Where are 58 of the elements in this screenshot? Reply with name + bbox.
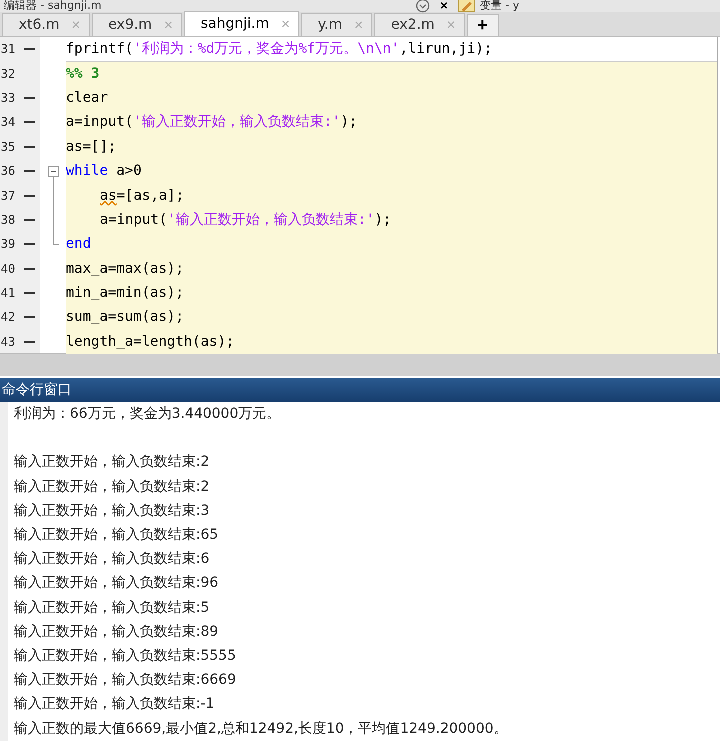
- download-icon[interactable]: [416, 0, 430, 13]
- output-line: 输入正数开始，输入负数结束:2: [14, 453, 210, 472]
- output-line: 输入正数开始，输入负数结束:2: [14, 478, 210, 496]
- line-number: 33: [0, 90, 16, 105]
- breakpoint-dash[interactable]: [24, 146, 34, 148]
- breakpoint-dash[interactable]: [24, 194, 34, 197]
- line-number: 35: [0, 140, 16, 154]
- breakpoint-dash[interactable]: [24, 170, 34, 172]
- tab-label: sahgnji.m: [200, 16, 270, 32]
- breakpoint-dash[interactable]: [24, 316, 34, 318]
- file-tab[interactable]: ex9.m ×: [92, 13, 182, 36]
- output-line: 输入正数开始，输入负数结束:89: [14, 622, 219, 641]
- line-number: 34: [0, 115, 16, 130]
- output-line: 输入正数开始，输入负数结束:6669: [14, 671, 236, 690]
- file-tab[interactable]: ex2.m ×: [374, 13, 465, 36]
- horizontal-scrollbar[interactable]: [0, 353, 720, 376]
- line-number: 39: [0, 237, 16, 252]
- breakpoint-dash[interactable]: [24, 48, 34, 50]
- line-number: 41: [0, 286, 16, 300]
- output-line: 输入正数开始，输入负数结束:5: [14, 598, 210, 617]
- line-number: 43: [0, 334, 16, 349]
- output-line: 输入正数开始，输入负数结束:65: [14, 526, 219, 544]
- output-line: 输入正数开始，输入负数结束:6: [14, 550, 210, 568]
- file-tab[interactable]: xt6.m ×: [2, 13, 90, 36]
- breakpoint-dash[interactable]: [24, 340, 34, 343]
- line-number: 36: [0, 164, 16, 178]
- output-line: 输入正数开始，输入负数结束:96: [14, 574, 219, 592]
- line-number: 42: [0, 310, 16, 324]
- file-tab[interactable]: sahgnji.m ×: [184, 11, 300, 36]
- breakpoint-dash[interactable]: [24, 218, 34, 221]
- output-line: 输入正数开始，输入负数结束:3: [14, 502, 210, 520]
- breakpoint-dash[interactable]: [24, 292, 34, 294]
- breakpoint-dash[interactable]: [24, 96, 34, 99]
- pencil-grid-icon: [458, 0, 476, 13]
- output-line: 输入正数的最大值6669,最小值2,总和12492,长度10，平均值1249.200000。: [14, 720, 508, 738]
- breakpoint-dash[interactable]: [24, 121, 34, 124]
- new-tab-button[interactable]: +: [466, 14, 499, 36]
- tab-label: y.m: [318, 17, 342, 33]
- output-line: 输入正数开始，输入负数结束:-1: [14, 695, 215, 714]
- tab-label: ex2.m: [391, 17, 435, 33]
- line-number: 31: [0, 42, 16, 56]
- tab-label: xt6.m: [19, 17, 60, 33]
- breakpoint-dash[interactable]: [24, 268, 34, 270]
- code-line: fprintf('利润为：%d万元，奖金为%f万元。\n\n',lirun,ji);: [66, 40, 494, 60]
- panel-title: 命令行窗口: [2, 381, 72, 399]
- file-tab[interactable]: y.m ×: [301, 13, 372, 36]
- breakpoint-dash[interactable]: [24, 243, 34, 246]
- window-title: 编辑器 - sahgnji.m: [3, 0, 102, 12]
- output-line: 输入正数开始，输入负数结束:5555: [14, 646, 236, 665]
- fold-icon[interactable]: [48, 166, 58, 177]
- tab-label: ex9.m: [108, 17, 152, 33]
- line-number: 40: [0, 262, 16, 276]
- line-number: 37: [0, 188, 16, 203]
- panel-title: 变量 - y: [480, 0, 520, 12]
- output-line: 利润为：66万元，奖金为3.440000万元。: [14, 405, 281, 424]
- line-number: 38: [0, 212, 16, 227]
- close-button[interactable]: ×: [434, 0, 454, 12]
- line-number: 32: [0, 66, 16, 81]
